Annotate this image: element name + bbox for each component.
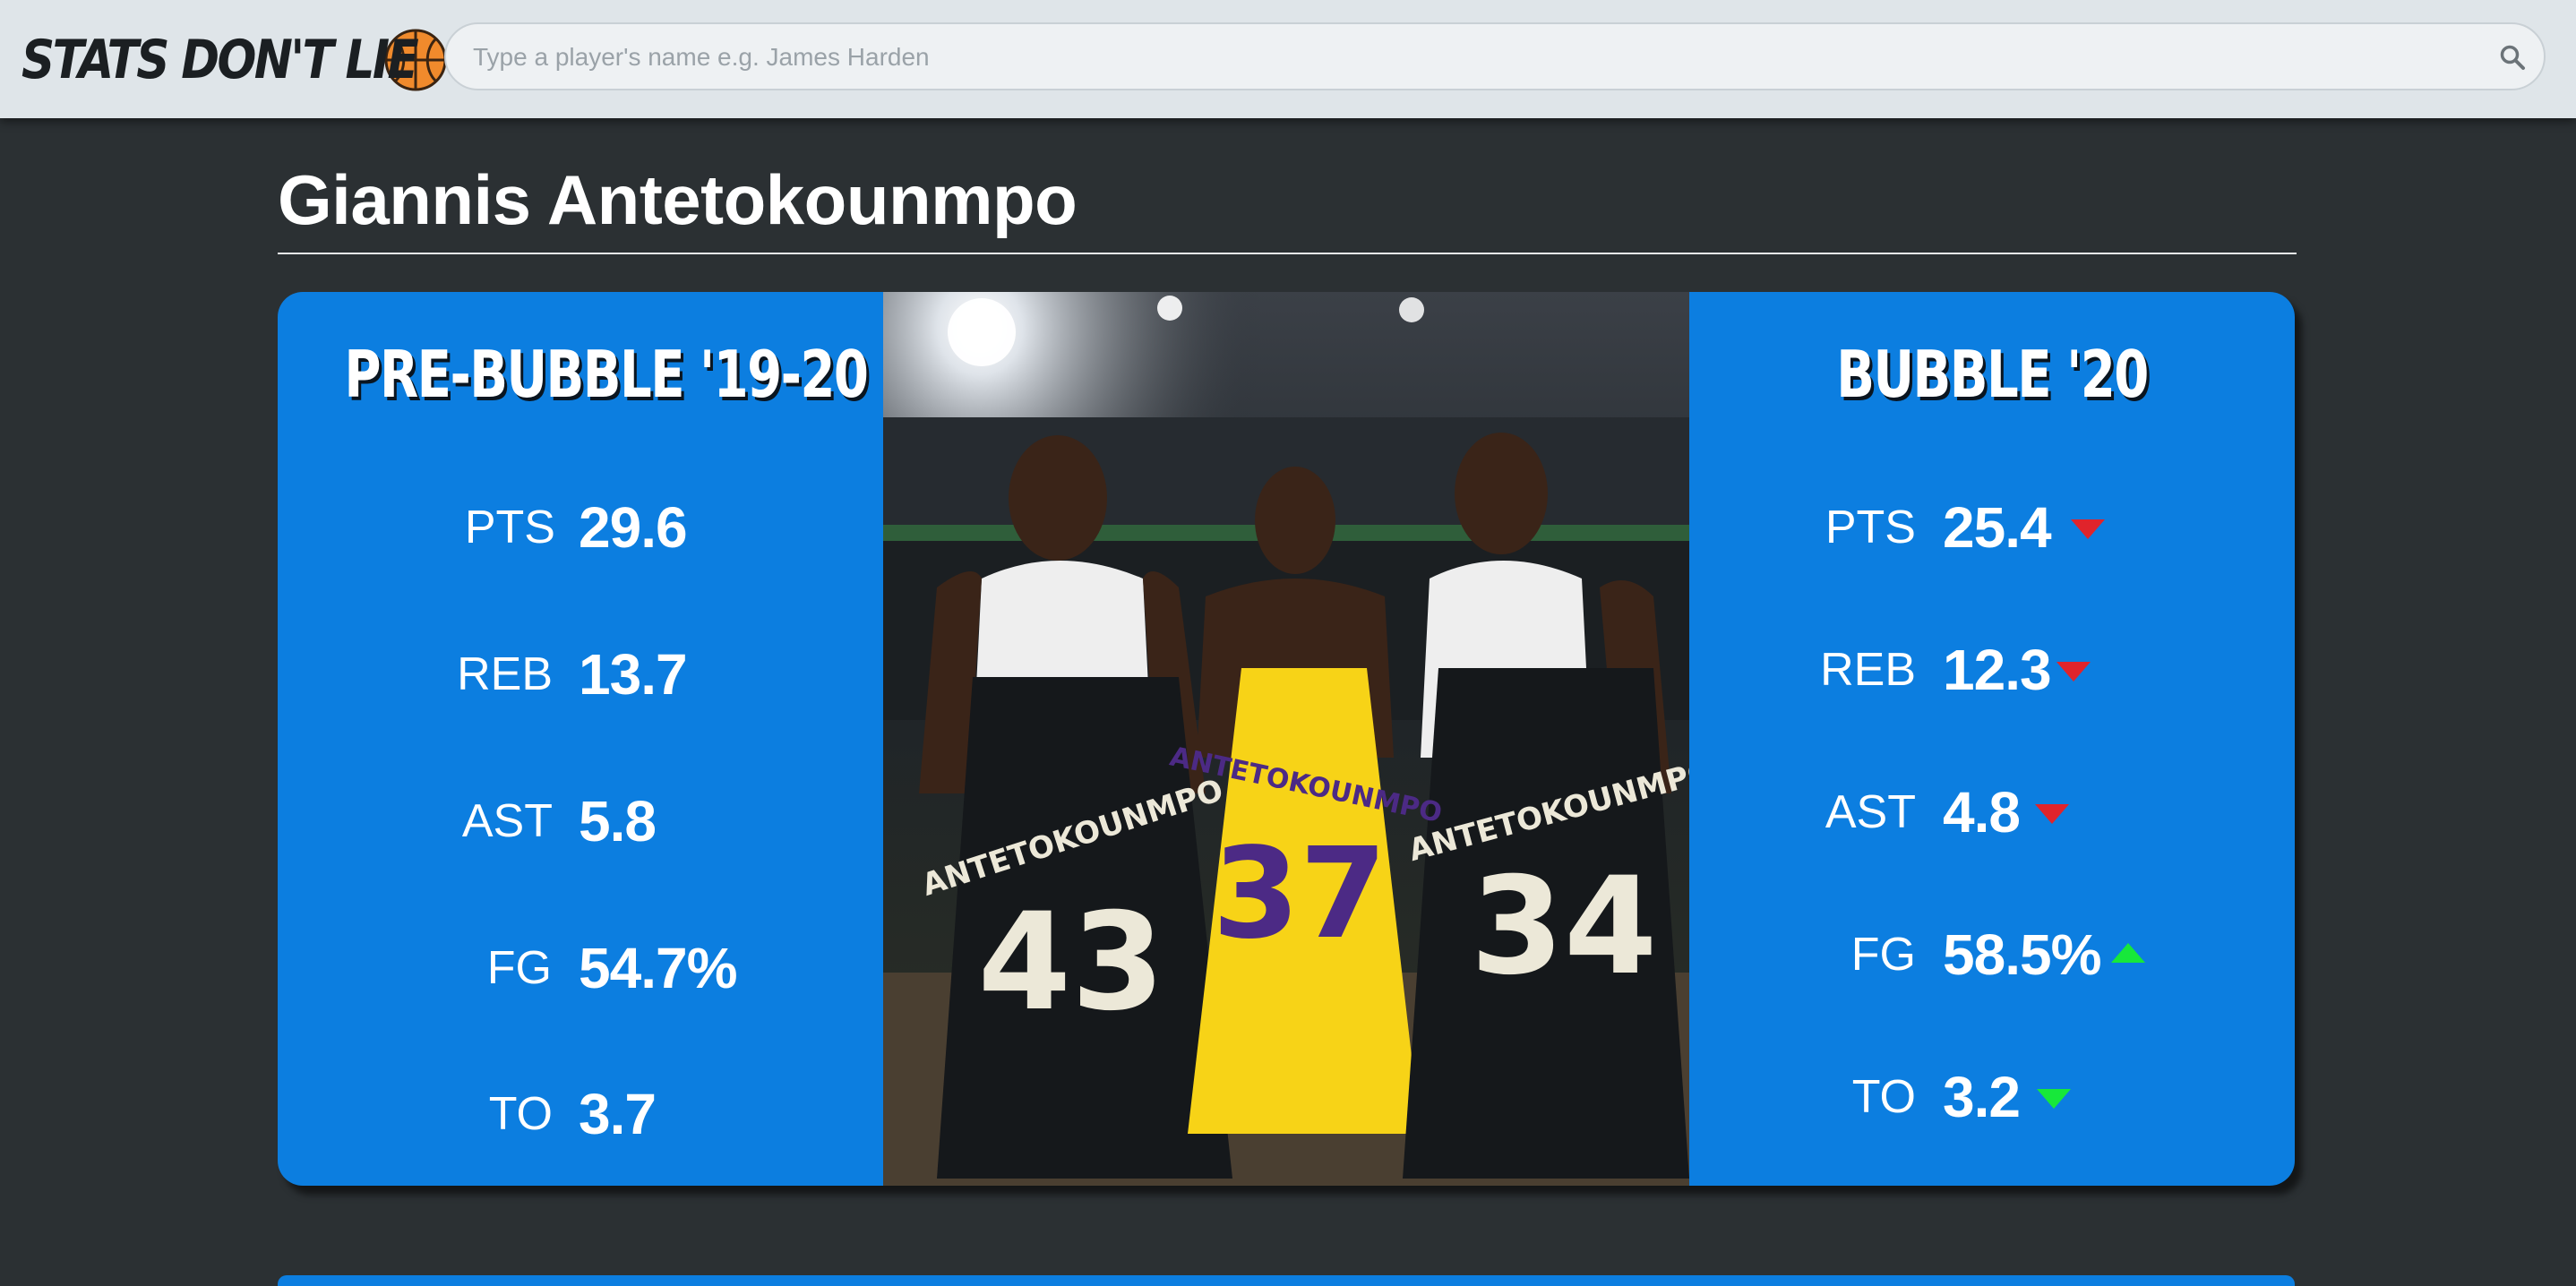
next-section-edge bbox=[278, 1275, 2295, 1286]
search-icon[interactable] bbox=[2499, 44, 2526, 71]
trend-down-arrow bbox=[2071, 519, 2105, 539]
bubble-to-row: TO bbox=[1689, 1061, 1916, 1133]
pre-bubble-ast-row: AST bbox=[278, 785, 553, 857]
brothers-jerseys-image: ANTETOKOUNMPO 43 ANTETOKOUNMPO 37 ANTETO… bbox=[883, 292, 1689, 1186]
bubble-pts-row: PTS bbox=[1689, 492, 1916, 563]
stat-value: 13.7 bbox=[579, 642, 688, 707]
bubble-fg-row: FG bbox=[1689, 919, 1916, 990]
stat-label: FG bbox=[486, 942, 552, 994]
stats-comparison-card: PRE-BUBBLE '19-20 PTS 29.6 REB 13.7 AST … bbox=[278, 292, 2295, 1186]
app-logo-text: STATS DON'T LIE bbox=[21, 29, 419, 91]
stat-label: AST bbox=[461, 795, 553, 847]
player-search-input[interactable] bbox=[471, 24, 2445, 90]
app-logo[interactable]: STATS DON'T LIE bbox=[21, 20, 448, 100]
stat-label: AST bbox=[1825, 786, 1916, 838]
trend-down-arrow bbox=[2035, 804, 2069, 824]
player-name-heading: Giannis Antetokounmpo bbox=[278, 160, 1078, 239]
jersey-number-text: 34 bbox=[1471, 849, 1658, 1005]
stat-value: 25.4 bbox=[1943, 495, 2052, 560]
stat-label: PTS bbox=[1825, 502, 1916, 553]
pre-bubble-pts-row: PTS bbox=[278, 492, 555, 563]
stat-value: 4.8 bbox=[1943, 780, 2021, 844]
stat-label: PTS bbox=[464, 502, 555, 553]
jersey-number-text: 37 bbox=[1213, 821, 1387, 967]
bubble-header: BUBBLE '20 bbox=[1836, 337, 2149, 412]
pre-bubble-fg-row: FG bbox=[278, 932, 552, 1004]
stat-label: REB bbox=[457, 648, 553, 700]
player-search-box[interactable] bbox=[444, 22, 2546, 90]
stat-label: REB bbox=[1820, 644, 1916, 696]
stat-value: 3.7 bbox=[579, 1082, 657, 1146]
trend-down-arrow bbox=[2037, 1089, 2071, 1109]
pre-bubble-header: PRE-BUBBLE '19-20 bbox=[344, 337, 869, 412]
pre-bubble-reb-row: REB bbox=[278, 639, 553, 710]
stat-value: 12.3 bbox=[1943, 638, 2052, 702]
stat-value: 29.6 bbox=[579, 495, 688, 560]
trend-down-arrow bbox=[2057, 662, 2091, 682]
bubble-reb-row: REB bbox=[1689, 634, 1916, 706]
stat-label: TO bbox=[488, 1088, 553, 1140]
stat-label: TO bbox=[1851, 1071, 1916, 1123]
bubble-ast-row: AST bbox=[1689, 776, 1916, 848]
player-photo: ANTETOKOUNMPO 43 ANTETOKOUNMPO 37 ANTETO… bbox=[883, 292, 1689, 1186]
stat-value: 58.5% bbox=[1943, 922, 2101, 987]
stat-label: FG bbox=[1850, 929, 1916, 981]
pre-bubble-to-row: TO bbox=[278, 1078, 553, 1150]
jersey-number-text: 43 bbox=[978, 885, 1165, 1041]
stat-value: 54.7% bbox=[579, 936, 737, 1000]
trend-up-arrow bbox=[2111, 943, 2145, 963]
top-bar: STATS DON'T LIE bbox=[0, 0, 2576, 118]
title-divider bbox=[278, 253, 2297, 254]
stat-value: 3.2 bbox=[1943, 1065, 2021, 1129]
stat-value: 5.8 bbox=[579, 789, 657, 853]
